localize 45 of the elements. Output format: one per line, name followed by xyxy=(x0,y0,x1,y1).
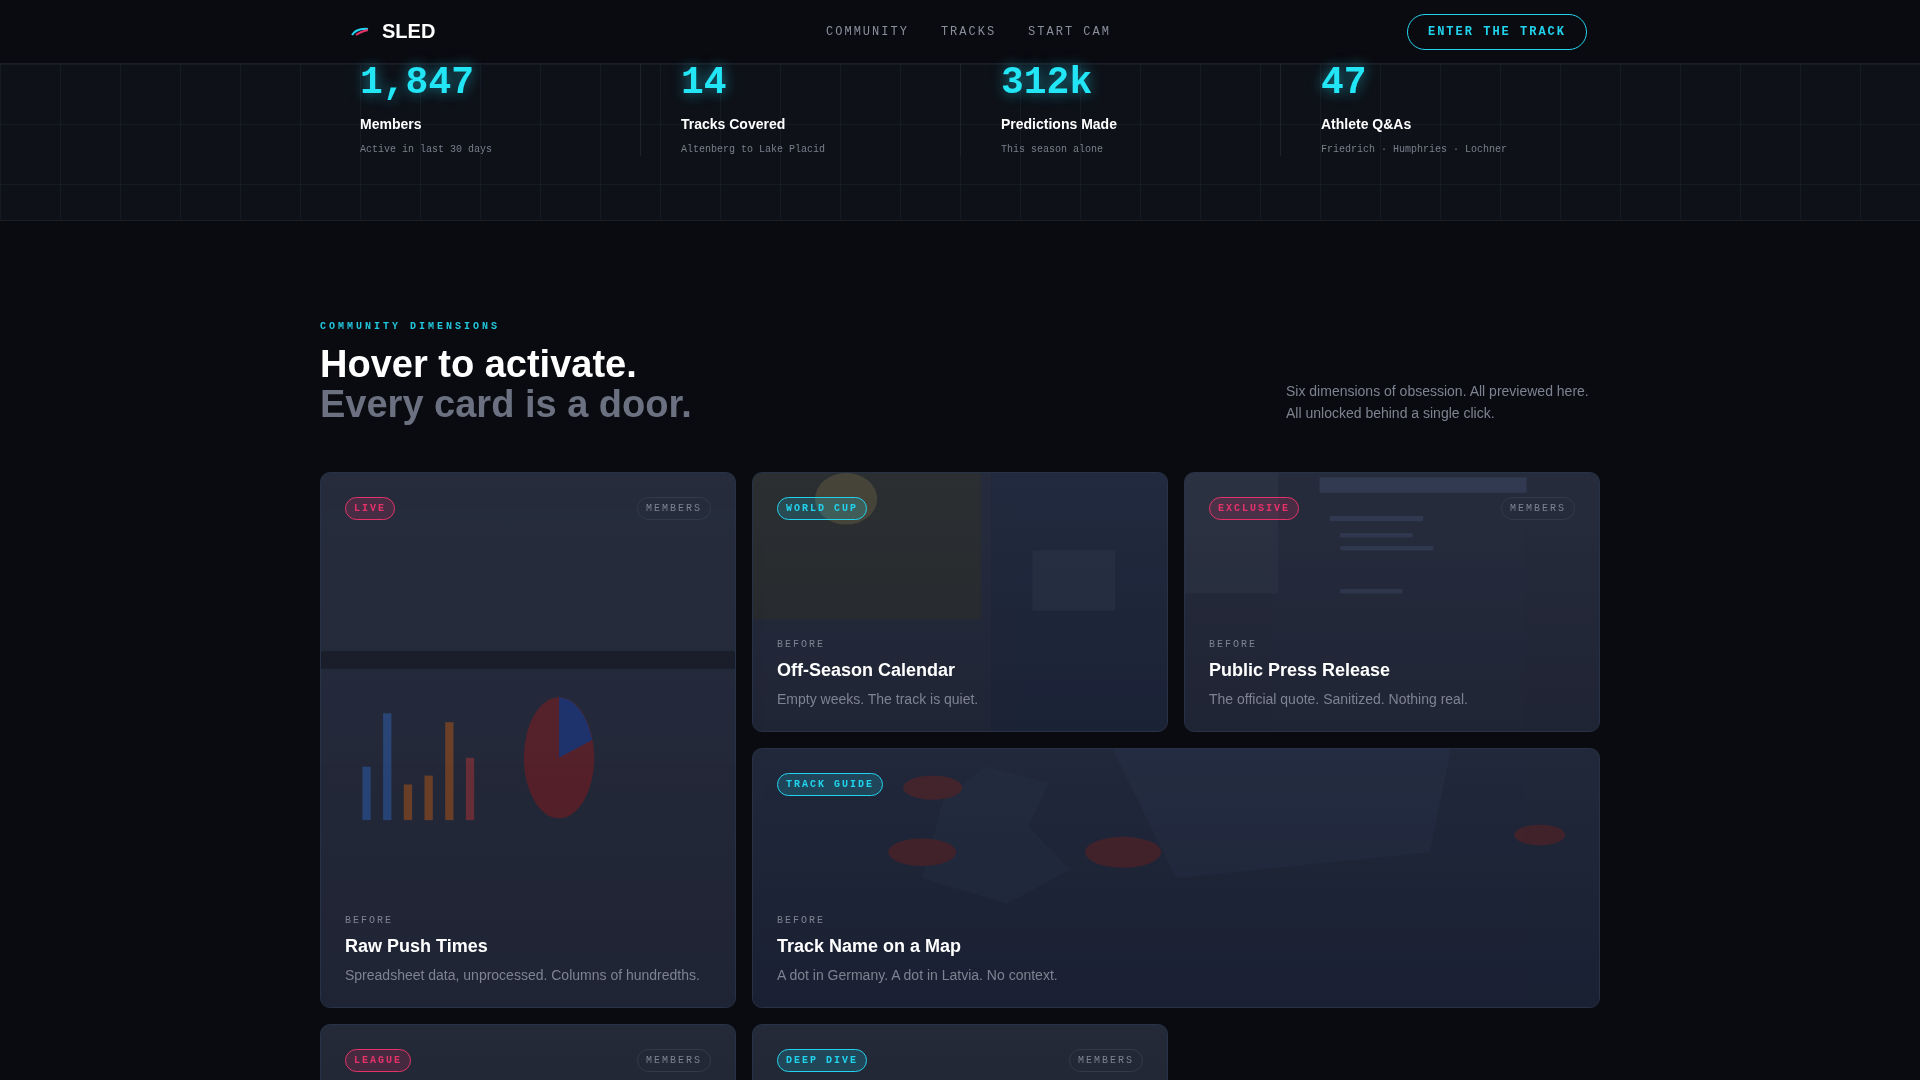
stat-label: Predictions Made xyxy=(1001,116,1118,132)
category-tag: TRACK GUIDE xyxy=(777,773,883,796)
stat-note: Active in last 30 days xyxy=(360,144,494,155)
stat-value: 47 xyxy=(1321,64,1368,102)
stat-label: Members xyxy=(360,116,423,132)
section-subheading: Every card is a door. xyxy=(320,384,692,424)
brand-name[interactable]: SLED xyxy=(382,20,436,43)
before-label: BEFORE xyxy=(777,915,826,926)
nav-link[interactable]: TRACKS xyxy=(940,24,997,39)
card-title: Raw Push Times xyxy=(345,936,489,957)
card-description: Empty weeks. The track is quiet. xyxy=(777,691,980,707)
card-title: Public Press Release xyxy=(1209,660,1392,681)
category-tag: LEAGUE xyxy=(345,1049,411,1072)
before-label: BEFORE xyxy=(777,639,826,650)
sled-logo-icon xyxy=(350,25,370,38)
card-description: The official quote. Sanitized. Nothing real. xyxy=(1209,691,1469,707)
feature-card[interactable]: LEAGUE MEMBERS xyxy=(320,1024,736,1080)
card-title: Track Name on a Map xyxy=(777,936,963,957)
feature-card[interactable]: LIVE MEMBERS BEFORE Raw Push Times Spreadsheet data, unprocessed. Columns of hundredths. xyxy=(320,472,736,1008)
feature-card[interactable]: TRACK GUIDE BEFORE Track Name on a Map A dot in Germany. A dot in Latvia. No context. xyxy=(752,748,1600,1008)
category-tag: LIVE xyxy=(345,497,395,520)
before-label: BEFORE xyxy=(345,915,394,926)
feature-card[interactable]: WORLD CUP BEFORE Off-Season Calendar Empty weeks. The track is quiet. xyxy=(752,472,1168,732)
nav-link[interactable]: COMMUNITY xyxy=(826,24,909,39)
stat-value: 14 xyxy=(681,64,728,102)
stat-note: Friedrich · Humphries · Lochner xyxy=(1321,144,1509,155)
feature-card[interactable]: DEEP DIVE MEMBERS xyxy=(752,1024,1168,1080)
section-blurb: Six dimensions of obsession. All previewed here. All unlocked behind a single click. xyxy=(1286,382,1590,423)
feature-card[interactable]: EXCLUSIVE MEMBERS BEFORE Public Press Release The official quote. Sanitized. Nothing real. xyxy=(1184,472,1600,732)
stat-label: Athlete Q&As xyxy=(1321,116,1413,132)
before-label: BEFORE xyxy=(1209,639,1258,650)
nav-link[interactable]: START CAM xyxy=(1028,24,1111,39)
category-tag: WORLD CUP xyxy=(777,497,867,520)
stat-label: Tracks Covered xyxy=(681,116,787,132)
stat-note: Altenberg to Lake Placid xyxy=(681,144,827,155)
card-description: Spreadsheet data, unprocessed. Columns of hundredths. xyxy=(345,967,701,983)
category-tag: DEEP DIVE xyxy=(777,1049,867,1072)
stat-value: 312k xyxy=(1001,64,1094,102)
stat-value: 1,847 xyxy=(360,64,476,102)
category-tag: EXCLUSIVE xyxy=(1209,497,1299,520)
section-eyebrow: COMMUNITY DIMENSIONS xyxy=(320,321,502,332)
card-description: A dot in Germany. A dot in Latvia. No context. xyxy=(777,967,1059,983)
stat-note: This season alone xyxy=(1001,144,1105,155)
card-title: Off-Season Calendar xyxy=(777,660,957,681)
section-heading: Hover to activate. xyxy=(320,344,638,384)
